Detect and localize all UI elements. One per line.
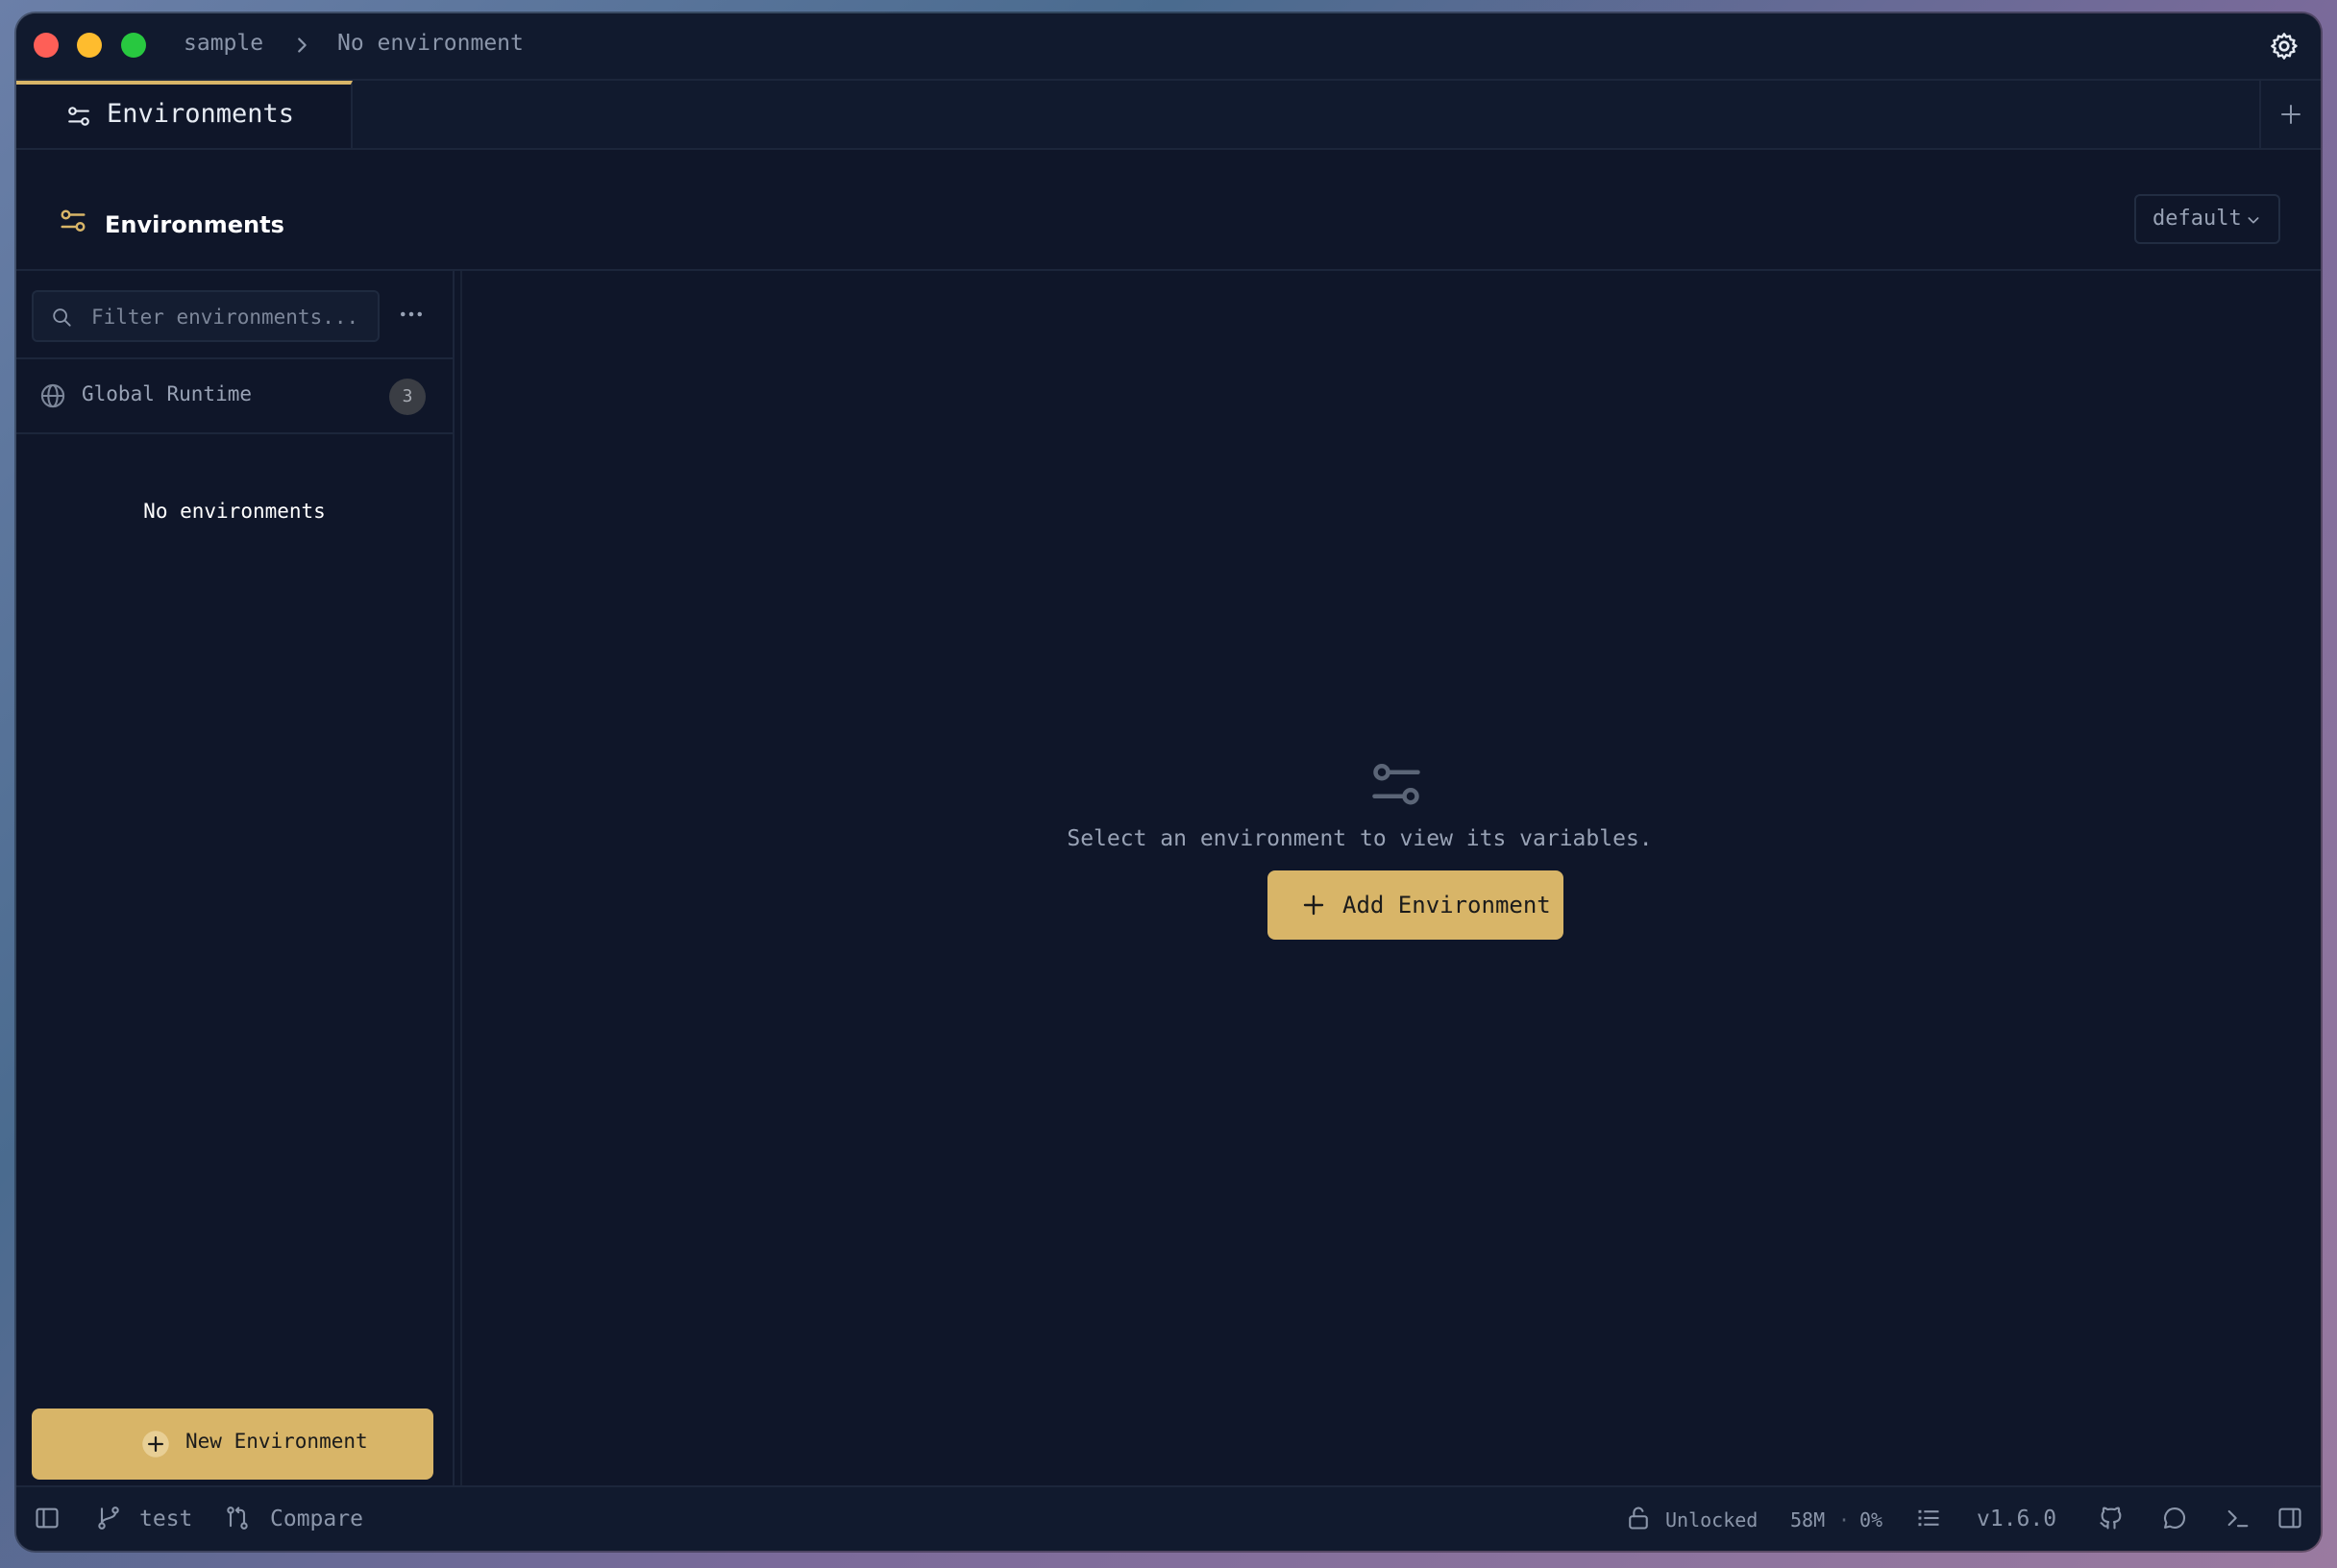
panel-toggle-icon[interactable]: [2276, 1505, 2303, 1531]
environment-detail-panel: Select an environment to view its variab…: [462, 271, 2321, 1487]
breadcrumb-project[interactable]: sample: [184, 31, 263, 56]
breadcrumb-environment[interactable]: No environment: [337, 31, 524, 56]
close-window-button[interactable]: [34, 33, 59, 58]
chevron-right-icon: [298, 37, 307, 53]
select-value: default: [2152, 207, 2242, 231]
lock-status[interactable]: Unlocked: [1665, 1508, 1758, 1531]
filter-input[interactable]: [89, 302, 372, 332]
app-version[interactable]: v1.6.0: [1977, 1507, 2056, 1531]
add-environment-label: Add Environment: [1342, 892, 1551, 919]
filter-box: [32, 290, 380, 342]
page-header: Environments default: [16, 150, 2321, 271]
status-bar: test Compare Unlocked 58M · 0% v1.6.0: [16, 1485, 2321, 1551]
search-icon: [53, 308, 71, 327]
plus-icon: [2281, 105, 2300, 124]
stat-separator: ·: [1838, 1508, 1851, 1531]
page-title: Environments: [105, 211, 284, 238]
title-bar: sample No environment: [16, 13, 2321, 81]
sliders-icon: [1372, 764, 1420, 805]
plus-circle-icon: [142, 1431, 169, 1458]
empty-environments-text: No environments: [143, 500, 326, 523]
add-environment-button[interactable]: Add Environment: [1267, 870, 1563, 940]
list-icon[interactable]: [1915, 1505, 1942, 1531]
compare-button[interactable]: Compare: [270, 1507, 363, 1531]
maximize-window-button[interactable]: [121, 33, 146, 58]
sliders-icon: [61, 209, 86, 232]
minimize-window-button[interactable]: [77, 33, 102, 58]
unlock-icon: [1629, 1507, 1648, 1530]
cpu-usage: 0%: [1859, 1508, 1883, 1531]
plus-icon: [1303, 894, 1324, 916]
app-window: sample No environment Environments Envir…: [16, 13, 2321, 1551]
empty-state-message: Select an environment to view its variab…: [1067, 826, 1653, 851]
terminal-icon[interactable]: [2225, 1505, 2251, 1531]
github-icon[interactable]: [2098, 1505, 2125, 1531]
sidebar-toggle-icon[interactable]: [34, 1505, 61, 1531]
environment-select[interactable]: default: [2134, 194, 2280, 244]
globe-icon: [40, 383, 65, 408]
tab-bar: Environments: [16, 81, 2321, 150]
branch-name[interactable]: test: [139, 1507, 192, 1531]
chevron-down-icon: [2248, 217, 2259, 224]
global-runtime-label: Global Runtime: [82, 382, 253, 405]
compare-icon: [227, 1507, 248, 1530]
chat-icon[interactable]: [2161, 1505, 2188, 1531]
more-options-icon[interactable]: [397, 300, 426, 329]
global-runtime-item[interactable]: Global Runtime 3: [16, 357, 453, 434]
memory-usage: 58M: [1790, 1508, 1826, 1531]
gear-icon[interactable]: [2269, 31, 2300, 61]
environments-sidebar: Global Runtime 3 No environments New Env…: [16, 271, 455, 1487]
tab-environments[interactable]: Environments: [16, 81, 353, 148]
variable-count-badge: 3: [389, 379, 426, 415]
new-tab-button[interactable]: [2259, 81, 2321, 148]
new-environment-label: New Environment: [185, 1430, 368, 1453]
tab-label: Environments: [107, 99, 295, 129]
git-branch-icon: [98, 1507, 119, 1530]
sliders-icon: [68, 107, 89, 126]
new-environment-button[interactable]: New Environment: [32, 1409, 433, 1480]
